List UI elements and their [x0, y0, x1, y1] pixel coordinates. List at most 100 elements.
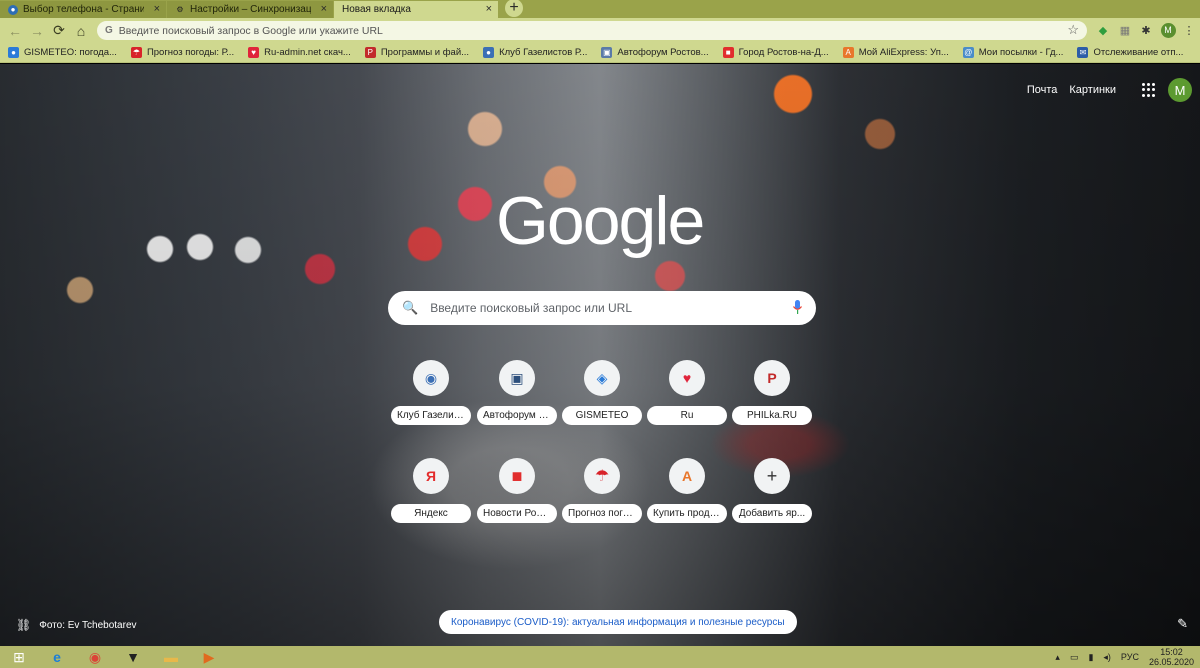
shortcut-weather-forecast[interactable]: ☂ Прогноз пого...: [562, 458, 642, 523]
windows-start-icon[interactable]: ⊞: [0, 646, 38, 668]
account-avatar[interactable]: M: [1168, 78, 1192, 102]
gear-icon: ⚙: [176, 5, 184, 14]
google-apps-icon[interactable]: [1142, 83, 1156, 97]
back-button[interactable]: ←: [4, 20, 26, 42]
tray-clock[interactable]: 15:02 26.05.2020: [1149, 647, 1194, 667]
bookmark-gismeteo[interactable]: ● GISMETEO: погода...: [8, 47, 117, 58]
google-g-icon: G: [105, 25, 113, 36]
shortcut-yandex[interactable]: Я Яндекс: [391, 458, 471, 523]
address-bar-placeholder: Введите поисковый запрос в Google или ук…: [118, 24, 383, 37]
tray-volume-icon[interactable]: ◂): [1103, 652, 1111, 663]
bookmark-star-icon[interactable]: ☆: [1067, 22, 1079, 38]
gazel-icon: ◉: [413, 360, 449, 396]
shortcut-rostov-news[interactable]: ■ Новости Рост...: [477, 458, 557, 523]
search-icon: 🔍: [402, 300, 419, 315]
bookmark-russian-post[interactable]: ✉ Отслеживание отп...: [1077, 47, 1183, 58]
bookmark-ru-admin[interactable]: ♥ Ru-admin.net скач...: [248, 47, 351, 58]
bookmark-programs[interactable]: P Программы и фай...: [364, 47, 469, 58]
chrome-icon[interactable]: ◉: [76, 646, 114, 668]
shortcut-gismeteo[interactable]: ◈ GISMETEO: [562, 360, 642, 425]
car-icon: ▣: [499, 360, 535, 396]
heart-icon: ♥: [248, 47, 260, 58]
gazel-icon: ●: [483, 47, 495, 58]
shortcut-label: Ru: [647, 406, 727, 425]
windows-taskbar: ⊞ e ◉ ▼ ▬ ▶ ▴ ▭ ▮ ◂) РУС 15:02 26.05.202…: [0, 646, 1200, 668]
close-tab-icon[interactable]: ×: [154, 3, 160, 15]
search-box[interactable]: 🔍 Введите поисковый запрос или URL: [388, 291, 816, 325]
bookmark-parcels[interactable]: @ Мои посылки - Гд...: [962, 47, 1063, 58]
tray-network-icon[interactable]: ▮: [1088, 652, 1093, 663]
reload-button[interactable]: ⟳: [48, 20, 70, 42]
shortcut-label: Прогноз пого...: [562, 504, 642, 523]
new-tab-page: Почта Картинки M Google 🔍 Введите поиско…: [0, 64, 1200, 646]
shortcut-label: Новости Рост...: [477, 504, 557, 523]
link-icon: ⛓: [16, 618, 32, 632]
shortcut-autoforum[interactable]: ▣ Автофорум Р...: [477, 360, 557, 425]
rostov-icon: ■: [722, 47, 734, 58]
shortcut-label: Яндекс: [391, 504, 471, 523]
plus-icon: +: [754, 458, 790, 494]
philka-icon: P: [754, 360, 790, 396]
bookmark-weather-forecast[interactable]: ☂ Прогноз погоды: Р...: [130, 47, 234, 58]
mail-link[interactable]: Почта: [1027, 84, 1058, 96]
shortcut-gazel-club[interactable]: ◉ Клуб Газелис...: [391, 360, 471, 425]
shortcut-add[interactable]: + Добавить яр...: [732, 458, 812, 523]
shortcut-label: Автофорум Р...: [477, 406, 557, 425]
tray-language[interactable]: РУС: [1121, 652, 1139, 662]
tray-date: 26.05.2020: [1148, 657, 1194, 667]
close-tab-icon[interactable]: ×: [321, 3, 327, 15]
microphone-icon[interactable]: [793, 300, 802, 314]
bookmark-rostov-city[interactable]: ■ Город Ростов-на-Д...: [722, 47, 829, 58]
address-bar[interactable]: G Введите поисковый запрос в Google или …: [97, 21, 1087, 40]
file-explorer-icon[interactable]: ▬: [152, 646, 190, 668]
umbrella-icon: ☂: [130, 47, 142, 58]
customize-pencil-icon[interactable]: ✎: [1177, 616, 1188, 632]
tab-new-tab[interactable]: Новая вкладка ×: [334, 1, 498, 18]
tab-title: Выбор телефона - Страница 14: [23, 4, 144, 15]
yandex-icon: Я: [413, 458, 449, 494]
tray-app-icon[interactable]: ▭: [1070, 652, 1079, 663]
shortcut-ru[interactable]: ♥ Ru: [647, 360, 727, 425]
bookmark-aliexpress[interactable]: A Мой AliExpress: Уп...: [842, 47, 949, 58]
bookmark-gazel-club[interactable]: ● Клуб Газелистов Р...: [483, 47, 587, 58]
media-player-icon[interactable]: ▶: [190, 646, 228, 668]
tab-phone-selection[interactable]: ● Выбор телефона - Страница 14 ×: [0, 1, 166, 18]
photo-credit[interactable]: ⛓ Фото: Ev Tchebotarev: [16, 618, 137, 632]
tray-arrow-icon[interactable]: ▴: [1055, 652, 1060, 663]
puzzle-extensions-icon[interactable]: ✱: [1137, 21, 1155, 39]
shortcut-label: PHILka.RU: [732, 406, 812, 425]
home-button[interactable]: ⌂: [70, 20, 92, 42]
batman-app-icon[interactable]: ▼: [114, 646, 152, 668]
tab-title: Настройки – Синхронизация се: [190, 4, 311, 15]
aliexpress-icon: A: [842, 47, 854, 58]
close-tab-icon[interactable]: ×: [486, 3, 492, 15]
internet-explorer-icon[interactable]: e: [38, 646, 76, 668]
heart-icon: ♥: [669, 360, 705, 396]
extension-grid-icon[interactable]: ▦: [1116, 21, 1134, 39]
bookmarks-bar: ● GISMETEO: погода... ☂ Прогноз погоды: Р.…: [0, 43, 1200, 63]
covid-info-chip[interactable]: Коронавирус (COVID-19): актуальная инфор…: [439, 610, 797, 634]
tray-time: 15:02: [1160, 647, 1183, 657]
search-placeholder: Введите поисковый запрос или URL: [430, 301, 632, 315]
menu-kebab-icon[interactable]: ⋮: [1180, 21, 1198, 39]
shield-extension-icon[interactable]: ◆: [1094, 21, 1112, 39]
umbrella-icon: ☂: [584, 458, 620, 494]
shortcut-philka[interactable]: P PHILka.RU: [732, 360, 812, 425]
shortcut-label: Клуб Газелис...: [391, 406, 471, 425]
shortcut-label: Купить проду...: [647, 504, 727, 523]
forward-button[interactable]: →: [26, 20, 48, 42]
aliexpress-icon: A: [669, 458, 705, 494]
gismeteo-icon: ●: [8, 47, 19, 58]
shortcut-aliexpress[interactable]: A Купить проду...: [647, 458, 727, 523]
gismeteo-icon: ◈: [584, 360, 620, 396]
new-tab-button[interactable]: +: [505, 0, 523, 17]
ntp-top-links: Почта Картинки M: [1027, 78, 1192, 102]
forum-icon: ●: [8, 4, 18, 15]
system-tray: ▴ ▭ ▮ ◂) РУС 15:02 26.05.2020: [1055, 646, 1194, 668]
bookmark-autoforum[interactable]: ▣ Автофорум Ростов...: [601, 47, 709, 58]
profile-avatar-small[interactable]: M: [1159, 21, 1177, 39]
browser-toolbar: ← → ⟳ ⌂ G Введите поисковый запрос в Goo…: [0, 18, 1200, 43]
tab-settings-sync[interactable]: ⚙ Настройки – Синхронизация се ×: [167, 1, 333, 18]
shortcut-label: GISMETEO: [562, 406, 642, 425]
images-link[interactable]: Картинки: [1069, 84, 1116, 96]
